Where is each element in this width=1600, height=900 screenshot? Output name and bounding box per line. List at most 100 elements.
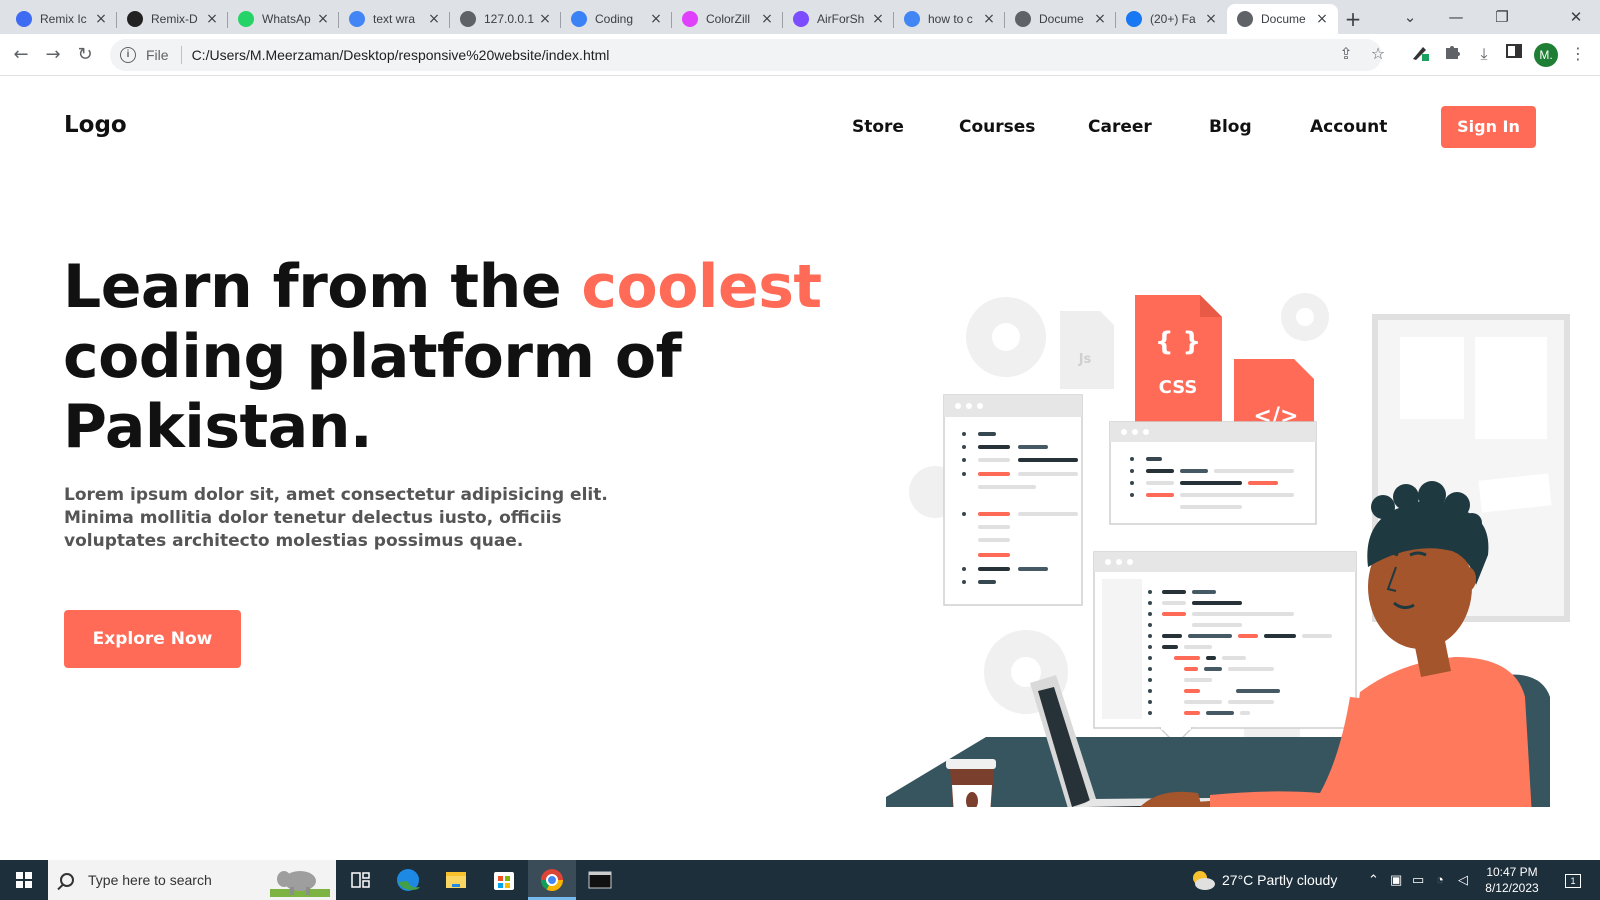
reload-button[interactable]: ↻ xyxy=(72,42,98,68)
close-tab-icon[interactable]: × xyxy=(1314,11,1330,27)
tab-title: Docume xyxy=(1039,12,1084,26)
browser-tab[interactable]: Coding × xyxy=(561,4,672,34)
share-icon[interactable]: ⇪ xyxy=(1334,42,1358,66)
address-bar[interactable]: i File C:/Users/M.Meerzaman/Desktop/resp… xyxy=(110,39,1382,71)
nav-store[interactable]: Store xyxy=(852,117,904,137)
partly-cloudy-icon xyxy=(1193,871,1215,890)
tab-title: AirForSh xyxy=(817,12,865,26)
close-tab-icon[interactable]: × xyxy=(426,11,442,27)
clock-date: 8/12/2023 xyxy=(1485,881,1539,895)
hero-title-part2: coding platform of Pakistan. xyxy=(63,322,682,462)
nav-career[interactable]: Career xyxy=(1088,117,1152,137)
site-info-icon[interactable]: i xyxy=(120,47,136,63)
extension-pen-icon[interactable] xyxy=(1408,42,1432,66)
browser-tab[interactable]: how to c × xyxy=(894,4,1005,34)
browser-tab[interactable]: 127.0.0.1 × xyxy=(450,4,561,34)
edge-browser-icon[interactable] xyxy=(384,860,432,900)
taskbar-search-box[interactable]: Type here to search xyxy=(48,860,336,900)
task-view-icon[interactable] xyxy=(336,860,384,900)
browser-tab[interactable]: ColorZill × xyxy=(672,4,783,34)
browser-tab[interactable]: text wra × xyxy=(339,4,450,34)
browser-tab[interactable]: Docume × xyxy=(1005,4,1116,34)
battery-icon[interactable]: ▭ xyxy=(1412,860,1424,900)
tab-search-chevron-icon[interactable]: ⌄ xyxy=(1390,4,1430,30)
tab-strip: Remix Ic × Remix-D × WhatsAp × text wra × 127.0.… xyxy=(0,0,1600,34)
microsoft-store-icon[interactable] xyxy=(480,860,528,900)
downloads-icon[interactable]: ⤓ xyxy=(1472,42,1496,66)
web-page: Logo Store Courses Career Blog Account S… xyxy=(0,77,1600,860)
browser-tab[interactable]: Docume × xyxy=(1227,4,1338,34)
nav-account[interactable]: Account xyxy=(1310,117,1387,137)
nav-blog[interactable]: Blog xyxy=(1209,117,1252,137)
github-icon xyxy=(127,11,143,27)
tab-title: 127.0.0.1 xyxy=(484,12,535,26)
close-tab-icon[interactable]: × xyxy=(648,11,664,27)
volume-icon[interactable]: ◁ xyxy=(1458,860,1468,900)
wifi-icon[interactable]: ◔ xyxy=(1436,860,1444,900)
search-icon xyxy=(60,873,74,887)
close-tab-icon[interactable]: × xyxy=(870,11,886,27)
address-divider xyxy=(180,46,182,64)
windows-start-button[interactable] xyxy=(0,860,48,900)
google-icon xyxy=(349,11,365,27)
close-tab-icon[interactable]: × xyxy=(1203,11,1219,27)
restore-button[interactable]: ❐ xyxy=(1482,4,1522,30)
colorzilla-icon xyxy=(682,11,698,27)
browser-tab[interactable]: Remix Ic × xyxy=(6,4,117,34)
profile-avatar[interactable]: M. xyxy=(1534,43,1558,67)
notifications-icon[interactable]: 1 xyxy=(1558,860,1588,900)
close-tab-icon[interactable]: × xyxy=(93,11,109,27)
hero-title-accent: coolest xyxy=(581,252,822,322)
browser-tab[interactable]: Remix-D × xyxy=(117,4,228,34)
globe-icon xyxy=(1237,11,1253,27)
tab-title: Remix-D xyxy=(151,12,198,26)
nav-courses[interactable]: Courses xyxy=(959,117,1035,137)
side-panel-icon[interactable] xyxy=(1502,42,1526,66)
terminal-icon[interactable] xyxy=(576,860,624,900)
css-braces-label: { } xyxy=(1155,327,1201,357)
system-clock[interactable]: 10:47 PM 8/12/2023 xyxy=(1478,864,1546,896)
back-button[interactable]: ← xyxy=(8,42,34,68)
file-explorer-icon[interactable] xyxy=(432,860,480,900)
globe-icon xyxy=(460,11,476,27)
close-tab-icon[interactable]: × xyxy=(315,11,331,27)
weather-widget[interactable]: 27°C Partly cloudy xyxy=(1190,860,1337,900)
hero-illustration: Js { } CSS </> ML xyxy=(886,293,1570,807)
close-tab-icon[interactable]: × xyxy=(759,11,775,27)
hero-subtitle: Lorem ipsum dolor sit, amet consectetur … xyxy=(64,485,608,551)
forward-button[interactable]: → xyxy=(40,42,66,68)
notification-count: 1 xyxy=(1565,874,1581,888)
close-tab-icon[interactable]: × xyxy=(537,11,553,27)
weather-text: 27°C Partly cloudy xyxy=(1222,872,1338,888)
sign-in-button[interactable]: Sign In xyxy=(1441,106,1536,148)
new-tab-button[interactable]: + xyxy=(1340,6,1366,32)
show-hidden-icons-chevron-icon[interactable]: ⌃ xyxy=(1368,860,1379,900)
code-window-middle xyxy=(1109,421,1317,525)
browser-tab[interactable]: (20+) Fa × xyxy=(1116,4,1227,34)
menu-kebab-icon[interactable]: ⋮ xyxy=(1566,42,1590,66)
close-tab-icon[interactable]: × xyxy=(981,11,997,27)
tab-title: Coding xyxy=(595,12,634,26)
close-tab-icon[interactable]: × xyxy=(204,11,220,27)
facebook-icon xyxy=(1126,11,1142,27)
globe-icon xyxy=(1015,11,1031,27)
explore-now-button[interactable]: Explore Now xyxy=(64,610,241,668)
css-file-label: CSS xyxy=(1159,377,1198,398)
js-file-label: Js xyxy=(1078,352,1092,367)
tab-title: ColorZill xyxy=(706,12,751,26)
extensions-puzzle-icon[interactable] xyxy=(1440,42,1464,66)
browser-tab[interactable]: WhatsAp × xyxy=(228,4,339,34)
bookmark-star-icon[interactable]: ☆ xyxy=(1366,42,1390,66)
tab-title: WhatsAp xyxy=(262,12,311,26)
close-tab-icon[interactable]: × xyxy=(1092,11,1108,27)
address-url[interactable]: C:/Users/M.Meerzaman/Desktop/responsive%… xyxy=(192,47,610,63)
minimize-button[interactable]: — xyxy=(1436,4,1476,30)
site-logo[interactable]: Logo xyxy=(64,112,127,138)
windows-logo-icon xyxy=(16,872,32,888)
code-window-bottom xyxy=(1093,551,1357,746)
meet-now-icon[interactable]: ▣ xyxy=(1390,860,1402,900)
chrome-icon[interactable] xyxy=(528,860,576,900)
close-window-button[interactable]: ✕ xyxy=(1556,4,1596,30)
browser-tab[interactable]: AirForSh × xyxy=(783,4,894,34)
note-card xyxy=(1475,337,1547,439)
